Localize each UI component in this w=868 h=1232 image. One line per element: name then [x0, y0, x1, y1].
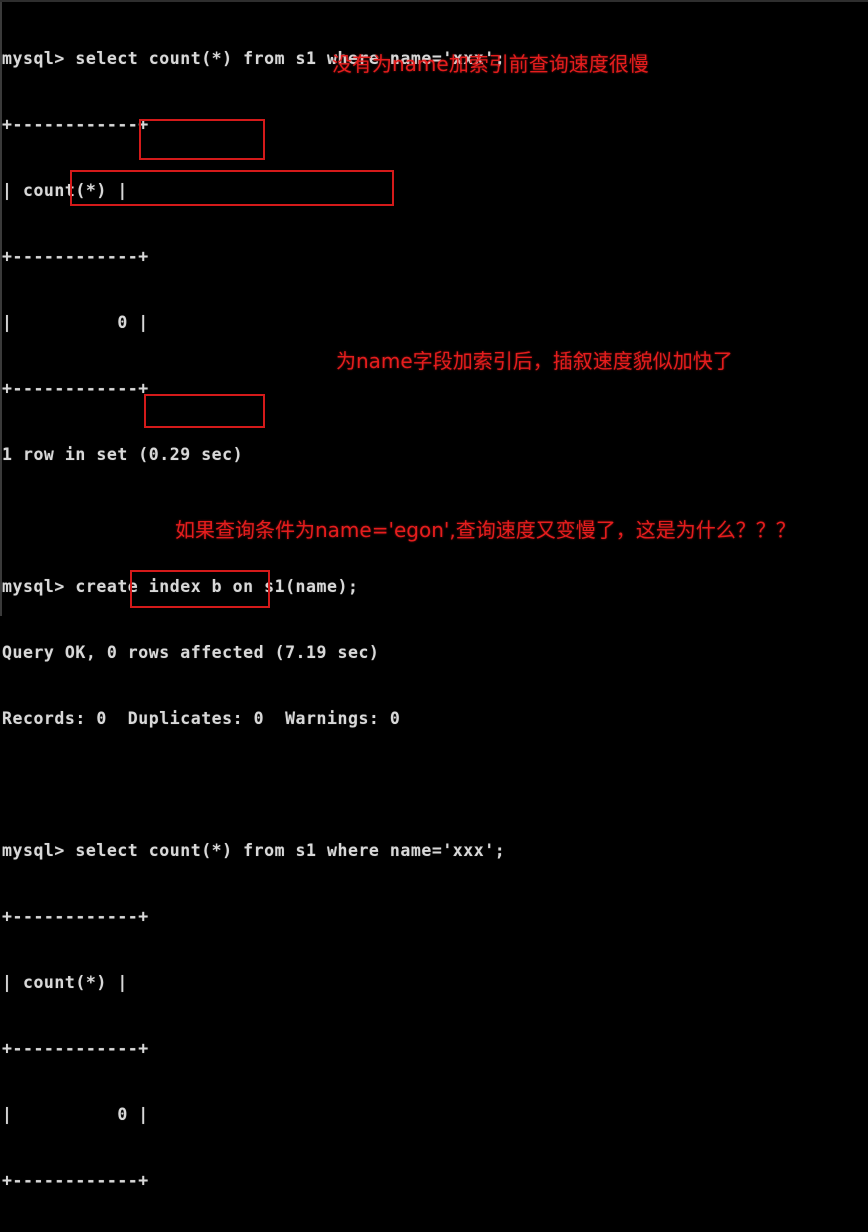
terminal-output[interactable]: mysql> select count(*) from s1 where nam…: [2, 4, 868, 1232]
terminal-line: +------------+: [2, 1039, 149, 1058]
terminal-line: Query OK, 0 rows affected (7.19 sec): [2, 643, 380, 662]
terminal-line: +------------+: [2, 379, 149, 398]
terminal-line: +------------+: [2, 1171, 149, 1190]
terminal-line: | 0 |: [2, 1105, 149, 1124]
note-slow-before-index: 没有为name加索引前查询速度很慢: [332, 52, 649, 76]
terminal-line: +------------+: [2, 247, 149, 266]
terminal-line: Records: 0 Duplicates: 0 Warnings: 0: [2, 709, 401, 728]
terminal-line: mysql> create index b on s1(name);: [2, 577, 359, 596]
note-faster-after-index: 为name字段加索引后，插叙速度貌似加快了: [336, 349, 733, 373]
terminal-line: | count(*) |: [2, 973, 128, 992]
terminal-line: | 0 |: [2, 313, 149, 332]
terminal-line: | count(*) |: [2, 181, 128, 200]
terminal-line: +------------+: [2, 115, 149, 134]
terminal-screen: mysql> select count(*) from s1 where nam…: [0, 0, 868, 1190]
note-slow-again-egon: 如果查询条件为name='egon',查询速度又变慢了，这是为什么？？？: [175, 518, 796, 542]
terminal-line: mysql> select count(*) from s1 where nam…: [2, 841, 506, 860]
terminal-line: 1 row in set (0.29 sec): [2, 445, 244, 464]
terminal-line: +------------+: [2, 907, 149, 926]
